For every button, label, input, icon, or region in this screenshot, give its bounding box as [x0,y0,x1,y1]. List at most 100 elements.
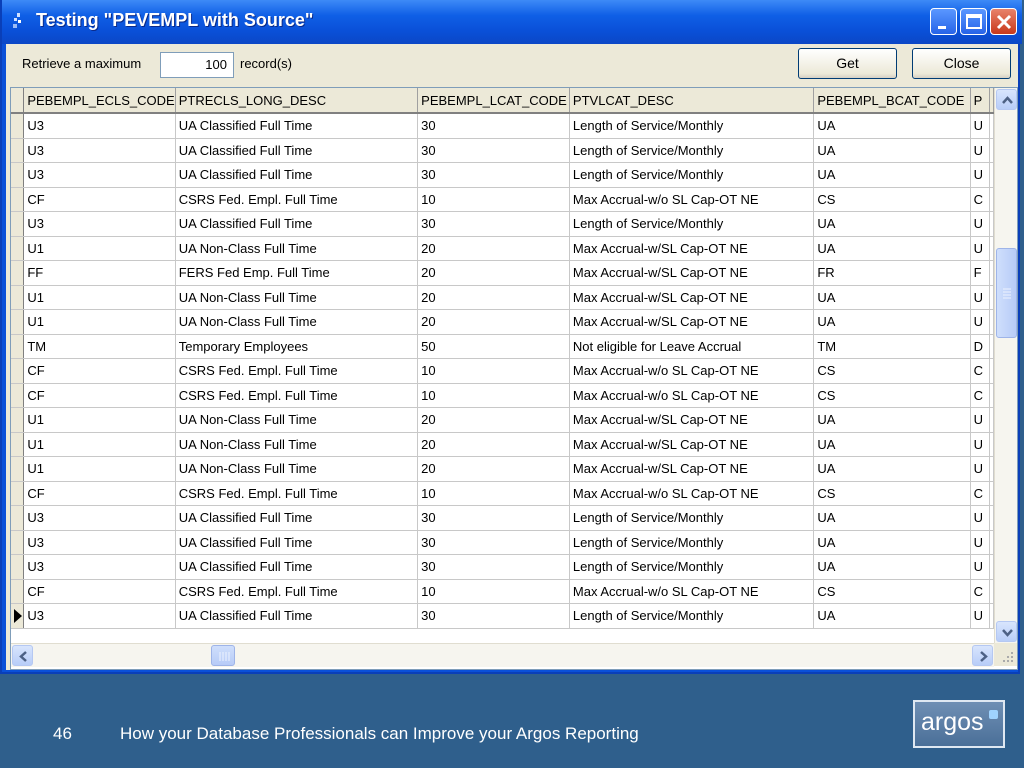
table-cell[interactable]: U [970,138,991,163]
table-cell[interactable]: U1 [23,407,176,433]
table-cell[interactable]: 30 [417,530,570,555]
table-row[interactable]: U3 UA Classified Full Time 30 Length of Ser… [11,530,994,555]
table-row[interactable]: U3 UA Classified Full Time 30 Length of Ser… [11,138,994,163]
row-indicator[interactable] [11,138,25,163]
column-header[interactable]: PTVLCAT_DESC [569,88,815,114]
table-cell[interactable]: 30 [417,505,570,531]
table-cell[interactable]: 10 [417,187,570,212]
table-cell[interactable]: UA Non-Class Full Time [175,236,419,261]
table-cell[interactable]: UA [813,407,971,433]
table-cell[interactable]: UA [813,530,971,555]
table-cell[interactable]: UA [813,603,971,629]
table-cell[interactable]: U3 [23,554,176,580]
row-indicator[interactable] [11,236,25,261]
table-cell[interactable]: C [970,187,991,212]
table-cell[interactable]: Max Accrual-w/SL Cap-OT NE [569,407,815,433]
scroll-left-button[interactable] [12,645,33,666]
row-indicator[interactable] [11,260,25,286]
maximize-button[interactable] [960,8,987,35]
table-cell[interactable]: U1 [23,432,176,457]
horizontal-scroll-thumb[interactable] [211,645,235,666]
table-row[interactable]: U3 UA Classified Full Time 30 Length of Ser… [11,113,994,139]
table-row[interactable]: CF CSRS Fed. Empl. Full Time 10 Max Accrual… [11,481,994,506]
table-row[interactable]: U1 UA Non-Class Full Time 20 Max Accrual-w/… [11,407,994,433]
results-grid[interactable]: PEBEMPL_ECLS_CODE PTRECLS_LONG_DESC PEBEMP… [10,87,1018,670]
row-indicator[interactable] [11,334,25,359]
table-cell[interactable]: C [970,579,991,604]
table-cell[interactable]: CSRS Fed. Empl. Full Time [175,481,419,506]
table-cell[interactable]: U [970,505,991,531]
table-cell[interactable]: U3 [23,211,176,237]
table-cell[interactable]: UA Non-Class Full Time [175,456,419,482]
row-indicator[interactable] [11,432,25,457]
table-cell[interactable]: CS [813,383,971,408]
row-indicator[interactable] [11,579,25,604]
table-cell[interactable]: 20 [417,236,570,261]
table-row[interactable]: TM Temporary Employees 50 Not eligible for … [11,334,994,359]
table-cell[interactable]: FR [813,260,971,286]
table-cell[interactable]: Max Accrual-w/SL Cap-OT NE [569,432,815,457]
vertical-scroll-thumb[interactable] [996,248,1017,338]
table-cell[interactable]: 20 [417,456,570,482]
table-row[interactable]: U3 UA Classified Full Time 30 Length of Ser… [11,211,994,237]
row-indicator[interactable] [11,285,25,310]
table-cell[interactable]: UA Classified Full Time [175,113,419,139]
row-indicator[interactable] [11,162,25,188]
table-cell[interactable]: U1 [23,236,176,261]
table-row[interactable]: CF CSRS Fed. Empl. Full Time 10 Max Accrual… [11,358,994,384]
table-cell[interactable]: UA Non-Class Full Time [175,309,419,335]
column-header[interactable]: P [970,88,991,114]
table-cell[interactable]: Max Accrual-w/SL Cap-OT NE [569,260,815,286]
table-cell[interactable]: CF [23,187,176,212]
table-cell[interactable]: CSRS Fed. Empl. Full Time [175,187,419,212]
row-indicator[interactable] [11,505,25,531]
resize-grip[interactable] [994,643,1017,666]
table-cell[interactable]: 10 [417,481,570,506]
table-cell[interactable]: UA Non-Class Full Time [175,285,419,310]
scroll-down-button[interactable] [996,621,1017,642]
table-cell[interactable]: U [970,603,991,629]
table-cell[interactable]: CF [23,481,176,506]
minimize-button[interactable] [930,8,957,35]
table-cell[interactable]: UA [813,432,971,457]
table-cell[interactable]: CSRS Fed. Empl. Full Time [175,383,419,408]
row-indicator[interactable] [11,113,25,139]
row-indicator[interactable] [11,358,25,384]
table-cell[interactable]: U [970,162,991,188]
table-cell[interactable]: C [970,383,991,408]
table-cell[interactable]: Not eligible for Leave Accrual [569,334,815,359]
table-cell[interactable]: UA [813,211,971,237]
table-cell[interactable]: 10 [417,358,570,384]
max-records-input[interactable]: 100 [160,52,234,78]
table-cell[interactable]: F [970,260,991,286]
table-cell[interactable]: CSRS Fed. Empl. Full Time [175,358,419,384]
table-row[interactable]: U3 UA Classified Full Time 30 Length of Ser… [11,603,994,629]
table-cell[interactable]: D [970,334,991,359]
table-cell[interactable]: U [970,236,991,261]
table-cell[interactable]: U [970,530,991,555]
table-row[interactable]: CF CSRS Fed. Empl. Full Time 10 Max Accrual… [11,383,994,408]
table-row[interactable]: U1 UA Non-Class Full Time 20 Max Accrual-w/… [11,285,994,310]
table-cell[interactable]: U [970,554,991,580]
table-cell[interactable]: CS [813,481,971,506]
table-cell[interactable]: U [970,309,991,335]
table-cell[interactable]: UA [813,554,971,580]
title-bar[interactable]: Testing "PEVEMPL with Source" [2,0,1022,44]
table-row[interactable]: U1 UA Non-Class Full Time 20 Max Accrual-w/… [11,456,994,482]
table-cell[interactable]: U3 [23,138,176,163]
table-cell[interactable]: UA [813,113,971,139]
table-row[interactable]: CF CSRS Fed. Empl. Full Time 10 Max Accrual… [11,187,994,212]
table-cell[interactable]: U3 [23,162,176,188]
table-cell[interactable]: U3 [23,505,176,531]
table-cell[interactable]: UA Non-Class Full Time [175,432,419,457]
table-cell[interactable]: C [970,358,991,384]
table-cell[interactable]: Max Accrual-w/o SL Cap-OT NE [569,481,815,506]
table-cell[interactable]: U3 [23,603,176,629]
close-window-button[interactable] [990,8,1017,35]
table-cell[interactable]: 30 [417,603,570,629]
table-cell[interactable]: CS [813,358,971,384]
table-cell[interactable]: Max Accrual-w/SL Cap-OT NE [569,456,815,482]
table-cell[interactable]: UA Classified Full Time [175,162,419,188]
table-cell[interactable]: 30 [417,211,570,237]
table-cell[interactable]: Length of Service/Monthly [569,603,815,629]
